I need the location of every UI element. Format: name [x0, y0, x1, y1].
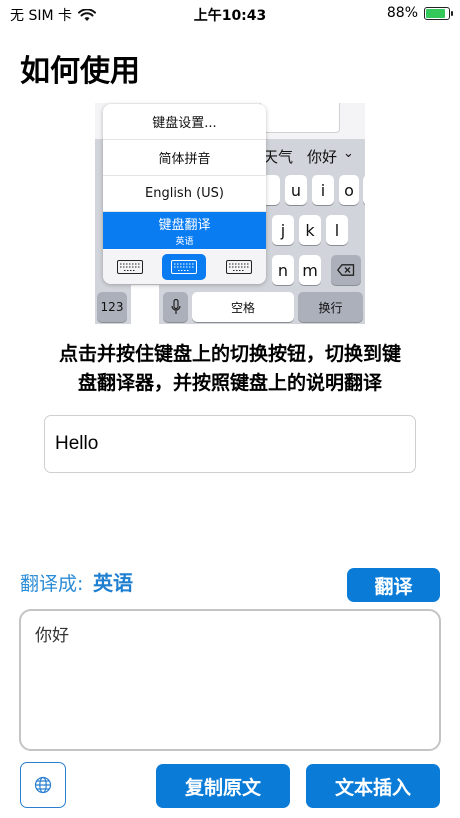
key: j	[272, 215, 294, 245]
translate-button[interactable]: 翻译	[347, 568, 440, 602]
key-123: 123	[97, 292, 127, 322]
status-right-group: 88%	[386, 5, 453, 21]
illustration-text-field	[260, 103, 340, 133]
keyboard-switcher-popup: 键盘设置... 简体拼音 English (US) 键盘翻译 英语	[103, 104, 266, 284]
microphone-icon	[163, 292, 188, 322]
keyboard-full-icon	[162, 254, 207, 280]
candidate-word: 天气	[263, 148, 294, 166]
menu-item-keyboard-translator: 键盘翻译 英语	[103, 212, 266, 249]
source-text-input[interactable]: Hello	[44, 415, 416, 473]
menu-item-sublabel: 英语	[175, 237, 194, 247]
instruction-line: 点击并按住键盘上的切换按钮，切换到键	[58, 343, 401, 365]
key-space: 空格	[192, 292, 294, 322]
key: m	[299, 255, 321, 285]
key: i	[312, 175, 334, 205]
key-return: 换行	[298, 292, 363, 322]
globe-button[interactable]	[20, 762, 66, 808]
battery-fill	[426, 8, 446, 18]
menu-item-keyboard-settings: 键盘设置...	[103, 104, 266, 140]
key: n	[272, 255, 294, 285]
key: p	[363, 175, 365, 205]
key: u	[285, 175, 307, 205]
keyboard-mode-row	[103, 250, 266, 284]
candidate-word: 你好	[307, 148, 338, 166]
globe-icon	[34, 776, 52, 794]
translate-to-label: 翻译成:	[20, 573, 84, 595]
translation-output[interactable]: 你好	[19, 609, 441, 751]
keyboard-left-icon	[108, 254, 152, 280]
copy-original-button[interactable]: 复制原文	[156, 764, 290, 808]
menu-item-english-us: English (US)	[103, 176, 266, 212]
battery-charging-icon	[424, 6, 453, 20]
page-title: 如何使用	[20, 54, 140, 89]
globe-key-pressed	[131, 285, 159, 324]
battery-percent: 88%	[386, 5, 418, 21]
menu-item-simplified-pinyin: 简体拼音	[103, 140, 266, 176]
key: l	[326, 215, 348, 245]
chevron-down-icon: ⌄	[343, 146, 354, 161]
keyboard-right-icon	[217, 254, 261, 280]
status-bar: 无 SIM 卡 上午10:43 88%	[0, 0, 460, 28]
key: k	[299, 215, 321, 245]
backspace-icon	[331, 255, 361, 285]
target-language-selector[interactable]: 英语	[93, 567, 133, 596]
insert-text-button[interactable]: 文本插入	[306, 764, 440, 808]
menu-item-label: 键盘翻译	[158, 218, 211, 233]
key: o	[339, 175, 359, 205]
instruction-line: 盘翻译器，并按照键盘上的说明翻译	[77, 372, 382, 394]
